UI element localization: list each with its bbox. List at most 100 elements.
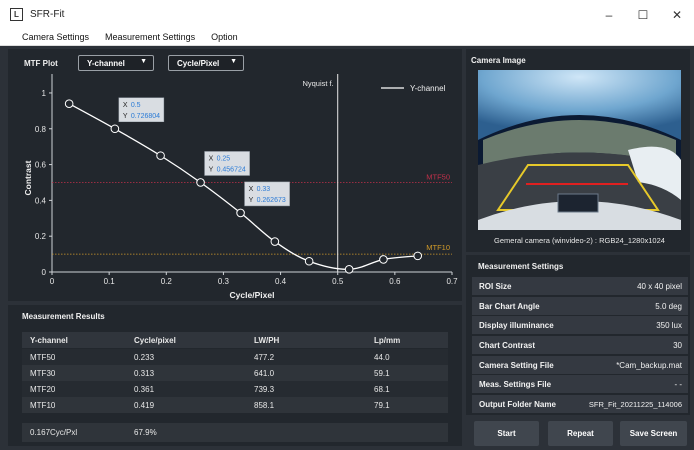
table-cell: 59.1	[374, 368, 390, 378]
x-tick-label: 0.3	[218, 277, 230, 286]
table-row: MTF20 0.361 739.3 68.1	[22, 381, 448, 397]
table-cell: 0.313	[134, 368, 155, 378]
x-tick-label: 0	[50, 277, 55, 286]
camera-caption: Gemeral camera (winvideo-2) : RGB24_1280…	[494, 236, 665, 245]
setting-value: - -	[674, 379, 682, 389]
tooltip-y-value: 0.262673	[257, 197, 286, 204]
data-point	[236, 208, 245, 218]
y-tick-label: 1	[42, 89, 47, 98]
y-tick-label: 0.2	[35, 232, 47, 241]
data-point	[110, 124, 120, 134]
settings-title: Measurement Settings	[478, 262, 564, 271]
y-tick-label: 0	[42, 268, 47, 277]
table-cell: MTF10	[30, 400, 56, 410]
tooltip-y-label: Y	[249, 197, 254, 204]
y-tick-label: 0.6	[35, 161, 47, 170]
data-point	[64, 99, 74, 108]
tooltip-x-label: X	[123, 102, 128, 109]
setting-key: Camera Setting File	[479, 360, 554, 370]
setting-value: 350 lux	[656, 320, 682, 330]
camera-title: Camera Image	[471, 56, 526, 65]
x-tick-label: 0.7	[446, 277, 458, 286]
table-cell: 0.419	[134, 400, 155, 410]
table-cell: 641.0	[254, 368, 275, 378]
data-point	[270, 237, 280, 246]
setting-row-meas-settings-file: Meas. Settings File - -	[472, 375, 688, 393]
results-header: LW/PH	[254, 335, 280, 345]
setting-row-chart-contrast: Chart Contrast 30	[472, 336, 688, 354]
x-tick-label: 0.1	[104, 277, 116, 286]
setting-row-output-folder-name: Output Folder Name SFR_Fit_20211225_1140…	[472, 395, 688, 413]
y-axis-label: Contrast	[23, 160, 33, 195]
tooltip-x-value: 0.33	[257, 186, 271, 193]
setting-value: 30	[673, 340, 682, 350]
tooltip-y-label: Y	[209, 166, 214, 173]
setting-row-roi-size: ROI Size 40 x 40 pixel	[472, 277, 688, 295]
table-cell: MTF50	[30, 352, 56, 362]
table-cell: MTF30	[30, 368, 56, 378]
table-row: MTF10 0.419 858.1 79.1	[22, 397, 448, 413]
x-tick-label: 0.6	[389, 277, 401, 286]
setting-key: Bar Chart Angle	[479, 301, 540, 311]
setting-row-display-illuminance: Display illuminance 350 lux	[472, 316, 688, 334]
table-cell: MTF20	[30, 384, 56, 394]
data-point	[379, 255, 388, 264]
setting-value: 40 x 40 pixel	[637, 281, 682, 291]
results-header: Cycle/pixel	[134, 335, 176, 345]
setting-key: Chart Contrast	[479, 340, 536, 350]
results-header: Lp/mm	[374, 335, 401, 345]
mtf50-label: MTF50	[426, 172, 450, 181]
summary-row: 0.167Cyc/Pxl 67.9%	[22, 423, 448, 442]
data-point	[413, 251, 423, 261]
camera-image	[478, 70, 681, 230]
y-tick-label: 0.4	[35, 196, 47, 205]
setting-value: *Cam_backup.mat	[616, 360, 682, 370]
setting-key: Output Folder Name	[479, 399, 556, 409]
results-header-row: Y-channel Cycle/pixel LW/PH Lp/mm	[22, 332, 448, 348]
table-cell: 44.0	[374, 352, 390, 362]
table-row: MTF50 0.233 477.2 44.0	[22, 349, 448, 365]
start-button[interactable]: Start	[474, 421, 539, 446]
tooltip-x-label: X	[209, 155, 214, 162]
tooltip-y-label: Y	[123, 113, 128, 120]
summary-label: 0.167Cyc/Pxl	[30, 428, 78, 437]
table-cell: 477.2	[254, 352, 275, 362]
table-cell: 858.1	[254, 400, 275, 410]
data-point	[196, 178, 205, 187]
data-point	[304, 256, 314, 266]
x-tick-label: 0.2	[161, 277, 173, 286]
repeat-button[interactable]: Repeat	[548, 421, 613, 446]
nyquist-label: Nyquist f.	[302, 79, 333, 88]
tooltip-x-label: X	[249, 186, 254, 193]
x-tick-label: 0.5	[332, 277, 344, 286]
setting-row-camera-setting-file: Camera Setting File *Cam_backup.mat	[472, 356, 688, 374]
results-header: Y-channel	[30, 335, 68, 345]
y-tick-label: 0.8	[35, 125, 47, 134]
data-point	[344, 265, 354, 274]
x-axis-label: Cycle/Pixel	[230, 290, 275, 300]
results-title: Measurement Results	[22, 312, 105, 321]
legend-label: Y-channel	[410, 84, 446, 93]
tooltip-x-value: 0.25	[217, 155, 231, 162]
data-point	[156, 151, 165, 160]
tooltip-y-value: 0.726804	[131, 113, 160, 120]
table-row: MTF30 0.313 641.0 59.1	[22, 365, 448, 381]
setting-key: ROI Size	[479, 281, 512, 291]
setting-key: Display illuminance	[479, 320, 554, 330]
table-cell: 739.3	[254, 384, 275, 394]
summary-value: 67.9%	[134, 428, 157, 437]
tooltip-x-value: 0.5	[131, 102, 141, 109]
table-cell: 0.233	[134, 352, 155, 362]
setting-key: Meas. Settings File	[479, 379, 552, 389]
setting-value: SFR_Fit_20211225_114006	[588, 399, 682, 409]
setting-value: 5.0 deg	[655, 301, 682, 311]
x-tick-label: 0.4	[275, 277, 287, 286]
mtf-curve	[68, 103, 418, 270]
setting-row-bar-chart-angle: Bar Chart Angle 5.0 deg	[472, 297, 688, 315]
save-screen-button[interactable]: Save Screen	[620, 421, 687, 446]
table-cell: 68.1	[374, 384, 390, 394]
table-cell: 79.1	[374, 400, 390, 410]
tooltip-y-value: 0.456724	[217, 166, 246, 173]
mtf10-label: MTF10	[426, 243, 450, 252]
table-cell: 0.361	[134, 384, 155, 394]
